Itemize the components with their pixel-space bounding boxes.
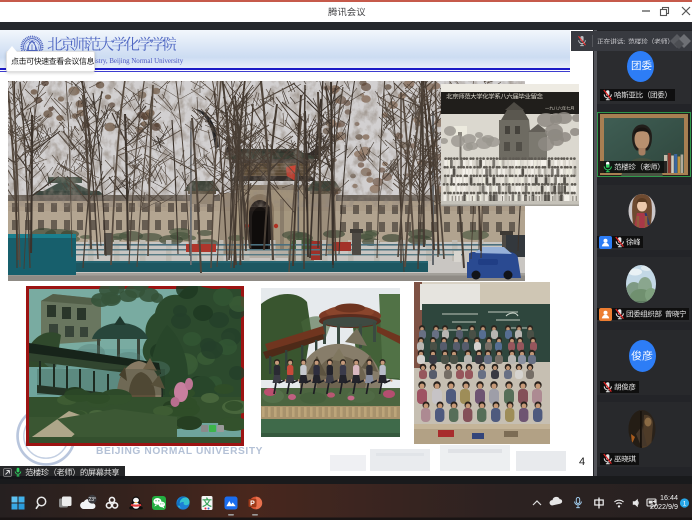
svg-text:23°: 23° — [88, 497, 96, 503]
svg-text:P: P — [250, 501, 255, 508]
svg-text:16:44: 16:44 — [660, 493, 678, 502]
svg-text:2022/9/9: 2022/9/9 — [650, 502, 678, 511]
svg-text:文: 文 — [201, 497, 212, 509]
svg-text:1: 1 — [683, 501, 687, 508]
